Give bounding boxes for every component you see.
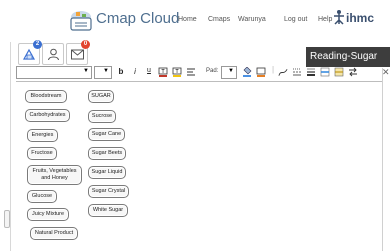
font-size-select[interactable]: ▼	[94, 66, 112, 79]
tab-cmaps[interactable]: 2	[18, 40, 42, 65]
swap-icon[interactable]	[348, 67, 358, 77]
concept-node[interactable]: Carbohydrates	[25, 109, 70, 122]
line-style-icon[interactable]	[292, 67, 302, 77]
shape-style-icon[interactable]	[334, 67, 344, 77]
concept-node[interactable]: Sugar Beets	[88, 147, 126, 160]
side-panel-handle[interactable]	[4, 210, 10, 228]
nav-cmaps[interactable]: Cmaps	[208, 16, 230, 23]
font-family-select[interactable]: ▼	[16, 66, 92, 79]
messages-count-badge: 0	[81, 40, 90, 49]
cmaps-count-badge: 2	[33, 40, 42, 49]
close-icon[interactable]: ✕	[382, 67, 390, 78]
chevron-down-icon: ▼	[83, 68, 89, 74]
chevron-down-icon: ▼	[103, 68, 109, 74]
concept-node[interactable]: Sucrose	[88, 110, 116, 123]
text-color-icon[interactable]: T	[158, 67, 168, 77]
italic-button[interactable]: i	[130, 67, 140, 76]
tab-profile[interactable]	[42, 43, 64, 65]
concept-node[interactable]: Natural Product	[30, 227, 78, 240]
mail-icon	[70, 49, 84, 59]
ihmc-logo-text: ihmc	[346, 11, 375, 25]
concept-map-icon	[22, 48, 35, 60]
map-title-tooltip: Reading-Sugar	[306, 47, 390, 67]
user-icon	[47, 48, 59, 60]
nav-home[interactable]: Home	[178, 16, 197, 23]
concept-node[interactable]: Sugar Cane	[88, 128, 125, 141]
concept-node[interactable]: Fruits, Vegetables and Honey	[27, 165, 82, 185]
nav-logout[interactable]: Log out	[284, 16, 307, 23]
tab-messages[interactable]: 0	[66, 40, 90, 65]
cmap-cloud-logo-icon	[70, 11, 92, 31]
canvas-right-border	[382, 68, 383, 251]
concept-node[interactable]: Juicy Mixture	[27, 208, 69, 221]
concept-node[interactable]: Energies	[27, 129, 58, 142]
nav-help[interactable]: Help	[318, 16, 332, 23]
border-color-icon[interactable]	[256, 67, 266, 78]
concept-node[interactable]: Fructose	[27, 147, 57, 160]
chevron-down-icon: ▼	[228, 68, 234, 74]
line-thickness-icon[interactable]	[306, 67, 316, 77]
align-icon[interactable]	[186, 67, 196, 77]
line-color-icon[interactable]	[320, 67, 330, 77]
pad-label: Pad:	[206, 68, 219, 74]
bold-button[interactable]: b	[116, 67, 126, 76]
concept-node[interactable]: Sugar Crystal	[88, 185, 129, 198]
brand-name[interactable]: Cmap Cloud	[96, 10, 179, 27]
ihmc-logo-icon	[334, 10, 344, 25]
top-header: Cmap Cloud Home Cmaps Warunya Log out He…	[0, 0, 390, 40]
concept-node[interactable]: Glucose	[27, 190, 57, 203]
nav-user[interactable]: Warunya	[238, 16, 266, 23]
pad-select[interactable]: ▼	[221, 66, 237, 79]
format-toolbar: ▼ ▼ b i u T T Pad: ▼ |	[16, 65, 382, 82]
concept-node[interactable]: Sugar Liquid	[88, 166, 126, 179]
concept-node[interactable]: Bloodstream	[25, 90, 67, 103]
text-background-icon[interactable]: T	[172, 67, 182, 77]
toolbar-divider: |	[271, 65, 275, 74]
left-panel-border	[10, 42, 11, 251]
concept-node[interactable]: White Sugar	[88, 204, 128, 217]
underline-button[interactable]: u	[144, 67, 154, 74]
line-shape-icon[interactable]	[278, 67, 288, 78]
concept-node[interactable]: SUGAR	[88, 90, 114, 103]
paint-bucket-icon[interactable]	[242, 67, 252, 78]
